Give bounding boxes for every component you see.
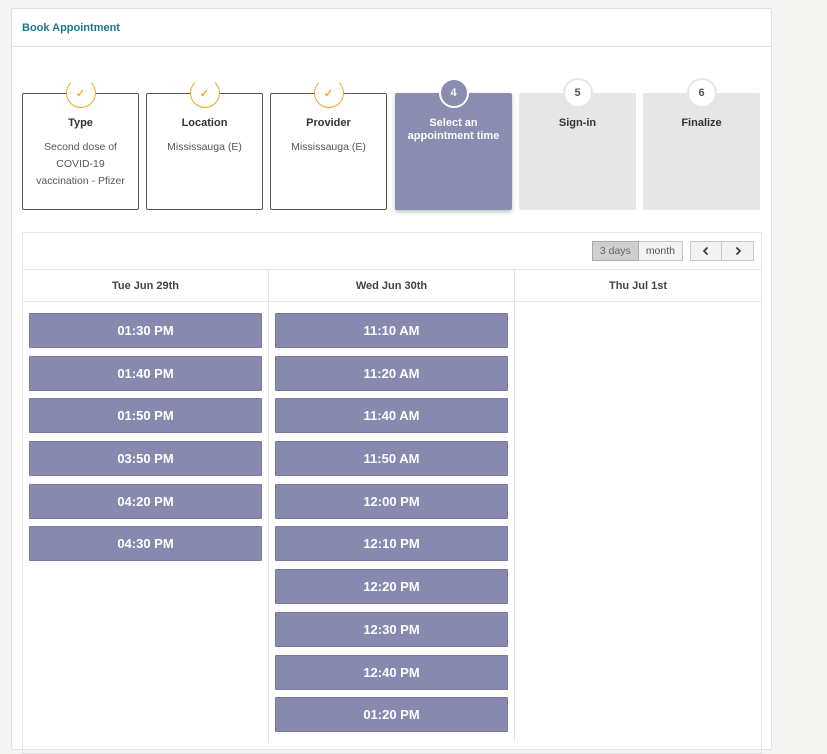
step-finalize: 6 Finalize: [643, 78, 760, 210]
view-month-button[interactable]: month: [638, 241, 683, 261]
calendar-toolbar: 3 days month: [23, 233, 761, 270]
time-slot-button[interactable]: 01:30 PM: [29, 313, 262, 348]
time-slot-button[interactable]: 12:40 PM: [275, 654, 508, 690]
step-title: Select an appointment time: [407, 117, 500, 142]
step-number-badge: 6: [686, 78, 717, 108]
time-slot-button[interactable]: 12:30 PM: [275, 611, 508, 647]
check-icon: ✓: [189, 78, 220, 108]
time-slot-button[interactable]: 01:50 PM: [29, 398, 262, 434]
day-column: 11:10 AM 11:20 AM 11:40 AM 11:50 AM 12:0…: [269, 302, 515, 742]
day-header: Thu Jul 1st: [608, 279, 668, 292]
step-type[interactable]: ✓ Type Second dose of COVID-19 vaccinati…: [22, 78, 139, 210]
time-slot-button[interactable]: 11:50 AM: [275, 441, 508, 477]
time-slot-button[interactable]: 12:20 PM: [275, 569, 508, 605]
prev-button[interactable]: [690, 241, 722, 261]
step-sign-in: 5 Sign-in: [519, 78, 636, 210]
day-header: Tue Jun 29th: [23, 270, 269, 301]
time-slot-button[interactable]: 01:20 PM: [275, 697, 508, 733]
step-title: Sign-in: [558, 117, 597, 129]
view-3days-button[interactable]: 3 days: [591, 241, 639, 261]
day-header: Wed Jun 30th: [269, 270, 515, 301]
time-slot-button[interactable]: 11:10 AM: [275, 313, 508, 348]
time-slot-button[interactable]: 03:50 PM: [29, 441, 262, 477]
step-title: Type: [68, 117, 93, 129]
step-number-badge: 4: [438, 78, 469, 108]
time-slot-button[interactable]: 11:20 AM: [275, 355, 508, 391]
step-number-badge: 5: [562, 78, 593, 108]
appointment-calendar: 3 days month Tue Jun 29th Wed Jun 30th T…: [22, 232, 762, 754]
chevron-right-icon: [735, 246, 741, 256]
time-slot-button[interactable]: 01:40 PM: [29, 355, 262, 391]
panel-title: Book Appointment: [12, 9, 771, 47]
step-select-time[interactable]: 4 Select an appointment time: [395, 78, 512, 210]
time-slot-button[interactable]: 12:10 PM: [275, 526, 508, 562]
book-appointment-panel: Book Appointment ✓ Type Second dose of C…: [11, 8, 772, 754]
step-title: Provider: [306, 117, 351, 129]
time-slot-button[interactable]: 04:20 PM: [29, 483, 262, 519]
day-column: [515, 302, 761, 742]
day-columns: 01:30 PM 01:40 PM 01:50 PM 03:50 PM 04:2…: [23, 302, 761, 742]
time-slot-button[interactable]: 12:00 PM: [275, 483, 508, 519]
step-description: Second dose of COVID-19 vaccination - Pf…: [36, 141, 125, 187]
step-description: Mississauga (E): [167, 141, 242, 153]
step-title: Location: [181, 117, 228, 129]
check-icon: ✓: [313, 78, 344, 108]
time-slot-button[interactable]: 04:30 PM: [29, 526, 262, 562]
booking-steps: ✓ Type Second dose of COVID-19 vaccinati…: [22, 78, 762, 213]
step-description: Mississauga (E): [291, 141, 366, 153]
day-column: 01:30 PM 01:40 PM 01:50 PM 03:50 PM 04:2…: [23, 302, 269, 742]
day-headers: Tue Jun 29th Wed Jun 30th Thu Jul 1st: [23, 270, 761, 302]
step-title: Finalize: [681, 117, 722, 129]
chevron-left-icon: [702, 246, 709, 256]
check-icon: ✓: [65, 78, 96, 108]
view-toggle: 3 days month: [591, 241, 683, 261]
time-slot-button[interactable]: 11:40 AM: [275, 398, 508, 434]
calendar-nav: [690, 241, 754, 261]
step-provider[interactable]: ✓ Provider Mississauga (E): [270, 78, 387, 210]
step-location[interactable]: ✓ Location Mississauga (E): [146, 78, 263, 210]
next-button[interactable]: [722, 241, 754, 261]
